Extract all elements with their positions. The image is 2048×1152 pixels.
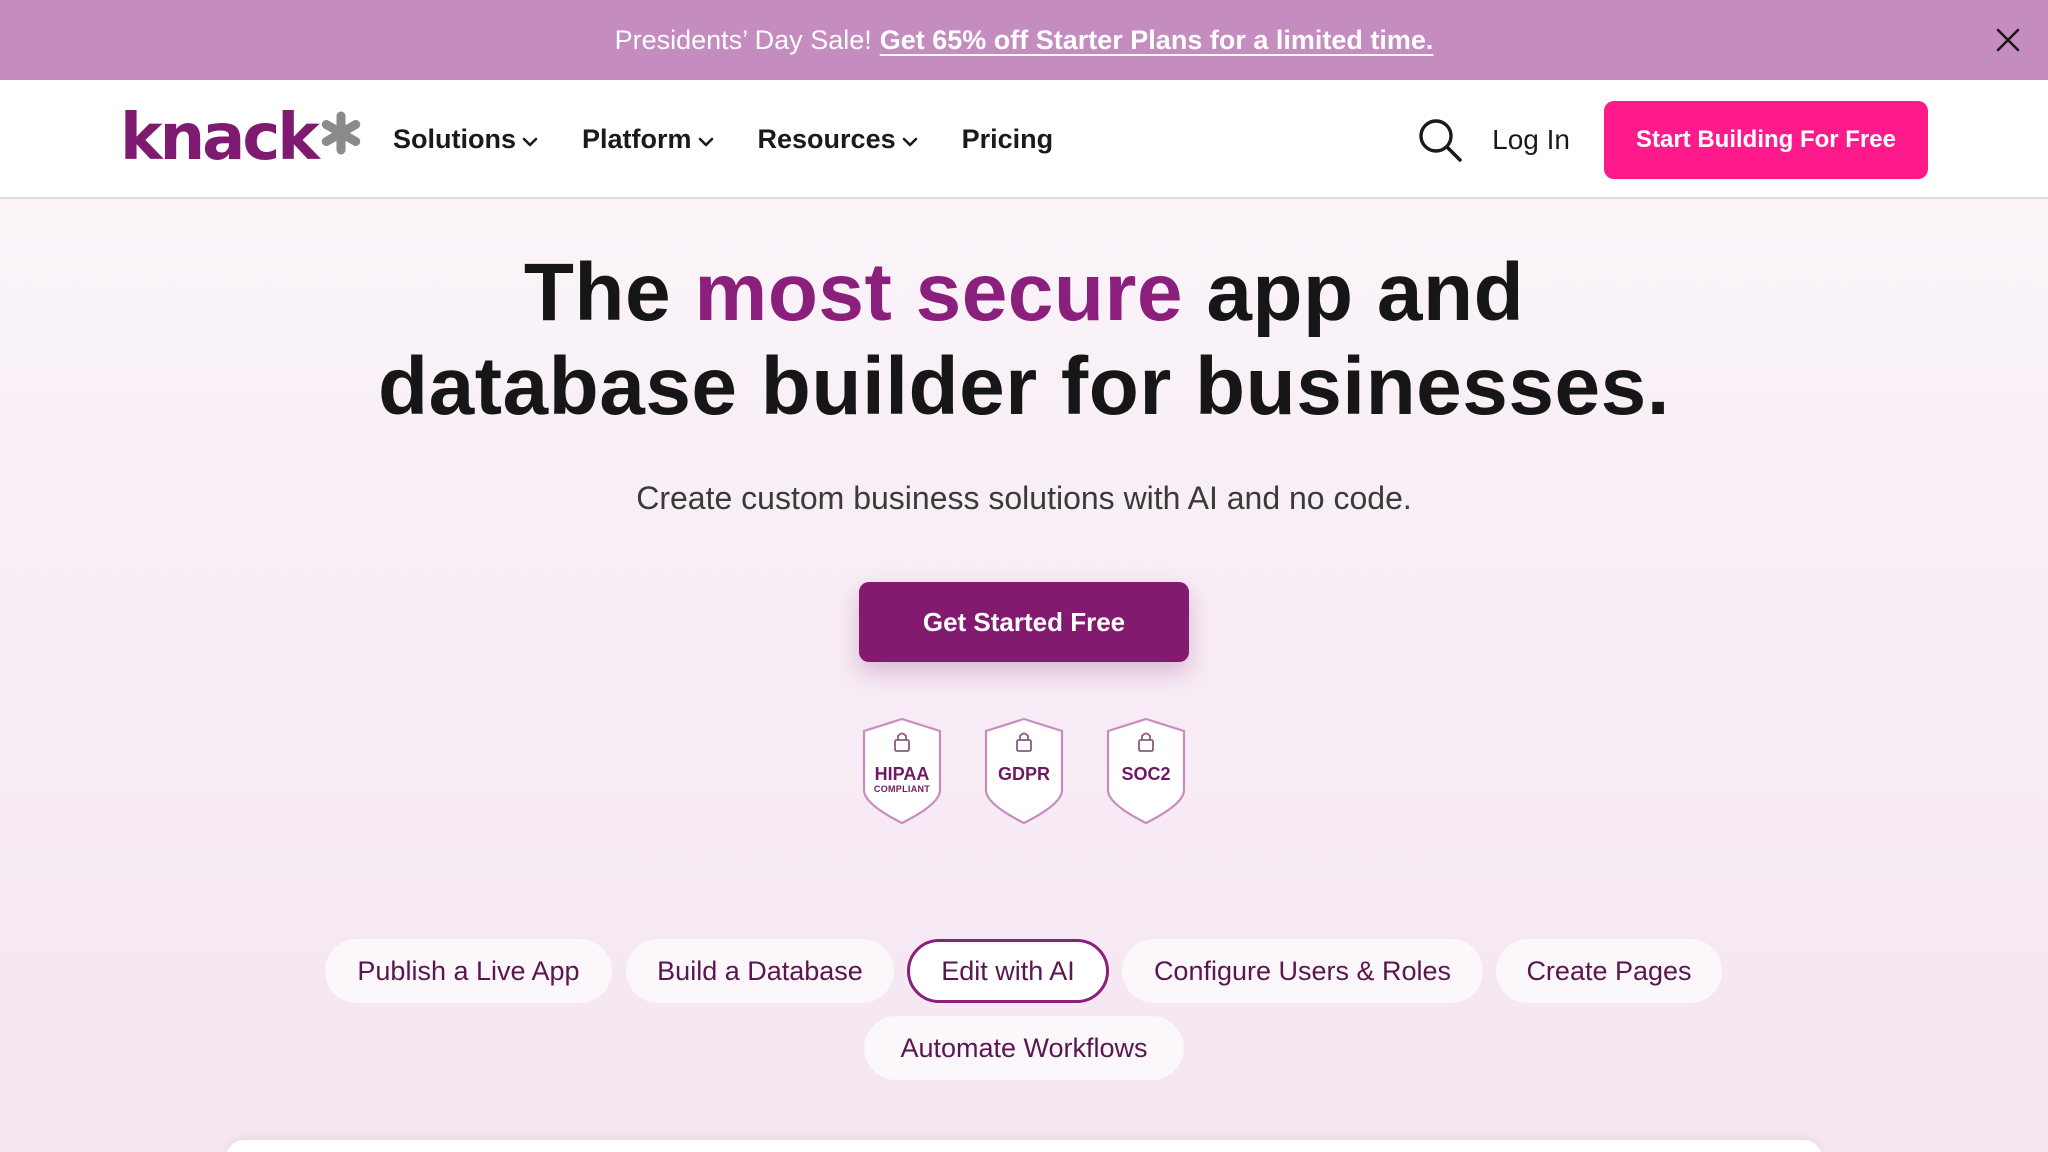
hero-title-accent: most secure — [694, 247, 1184, 338]
start-building-button[interactable]: Start Building For Free — [1604, 100, 1928, 179]
promo-lead-text: Presidents’ Day Sale! — [614, 24, 872, 55]
tab-edit-with-ai[interactable]: Edit with AI — [907, 939, 1109, 1003]
hero-title-line2: database builder for businesses. — [378, 341, 1670, 432]
nav-label: Pricing — [961, 124, 1054, 154]
tab-publish-live-app[interactable]: Publish a Live App — [325, 939, 612, 1003]
chevron-down-icon — [698, 124, 714, 155]
badge-label: HIPAA — [874, 764, 930, 784]
knack-logo[interactable]: knack — [120, 101, 363, 175]
logo-wordmark: knack — [120, 101, 320, 175]
nav-platform[interactable]: Platform — [582, 124, 714, 155]
badge-sublabel: COMPLIANT — [873, 784, 931, 794]
soc2-badge: SOC2 — [1103, 716, 1189, 826]
hero-subtitle: Create custom business solutions with AI… — [636, 480, 1412, 516]
badge-label: GDPR — [997, 764, 1050, 784]
nav-pricing[interactable]: Pricing — [962, 124, 1054, 155]
hipaa-badge: HIPAA COMPLIANT — [859, 716, 945, 826]
badge-label: SOC2 — [1121, 764, 1171, 784]
hero-title: The most secure app and database builder… — [224, 246, 1824, 434]
nav-solutions[interactable]: Solutions — [393, 124, 538, 155]
login-link[interactable]: Log In — [1492, 124, 1570, 156]
nav-resources[interactable]: Resources — [758, 124, 918, 155]
asterisk-logo-icon — [319, 111, 363, 160]
promo-banner: Presidents’ Day Sale! Get 65% off Starte… — [0, 0, 2048, 80]
compliance-badges: HIPAA COMPLIANT GDPR SOC2 — [859, 716, 1189, 826]
preview-card — [226, 1140, 1822, 1152]
search-icon[interactable] — [1416, 116, 1464, 164]
promo-link[interactable]: Get 65% off Starter Plans for a limited … — [880, 25, 1434, 56]
tab-automate-workflows[interactable]: Automate Workflows — [864, 1016, 1184, 1080]
header-actions: Log In Start Building For Free — [1416, 80, 1928, 199]
get-started-button[interactable]: Get Started Free — [859, 582, 1189, 662]
chevron-down-icon — [902, 124, 918, 155]
hero-title-part2: app and — [1183, 247, 1525, 338]
nav-label: Platform — [582, 124, 692, 154]
tab-build-database[interactable]: Build a Database — [626, 939, 894, 1003]
nav-label: Solutions — [393, 124, 516, 154]
tab-create-pages[interactable]: Create Pages — [1496, 939, 1722, 1003]
chevron-down-icon — [522, 124, 538, 155]
main-nav: Solutions Platform Resources Pricing — [393, 80, 1097, 199]
nav-label: Resources — [757, 124, 896, 154]
tab-configure-users-roles[interactable]: Configure Users & Roles — [1122, 939, 1483, 1003]
close-icon[interactable] — [1990, 22, 2026, 58]
hero-title-part1: The — [523, 247, 695, 338]
site-header: knack Solutions Platform Resources Prici… — [0, 80, 2048, 199]
gdpr-badge: GDPR — [981, 716, 1067, 826]
